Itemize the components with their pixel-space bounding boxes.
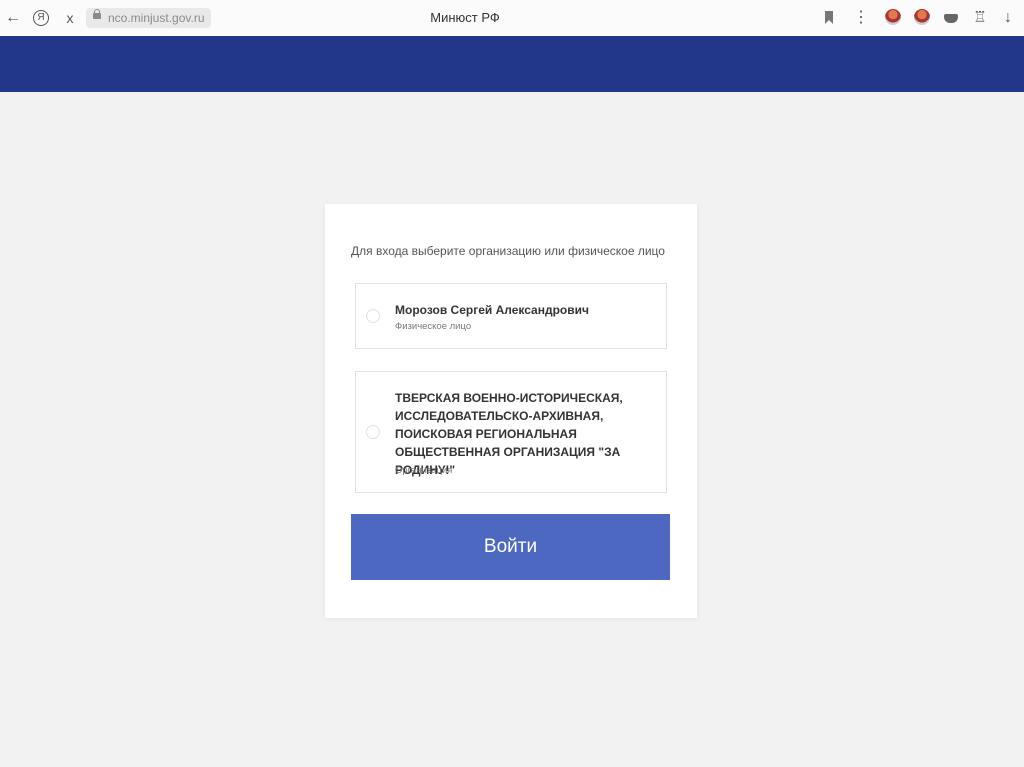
browser-toolbar: ← Я x nco.minjust.gov.ru Минюст РФ ⋮ ♖ ↓	[0, 0, 1024, 37]
login-button[interactable]: Войти	[351, 514, 670, 580]
extension-icon[interactable]: ♖	[972, 0, 988, 36]
browser-page-title: Минюст РФ	[430, 10, 500, 25]
bookmark-icon[interactable]	[825, 11, 833, 24]
radio-button[interactable]	[366, 425, 380, 439]
option-type: Организация	[395, 465, 453, 476]
extension-icon[interactable]	[944, 14, 958, 23]
login-instruction: Для входа выберите организацию или физич…	[351, 244, 665, 258]
url-text: nco.minjust.gov.ru	[108, 11, 205, 25]
login-option-person[interactable]: Морозов Сергей Александрович Физическое …	[355, 283, 667, 349]
site-header	[0, 36, 1024, 92]
option-name: Морозов Сергей Александрович	[395, 303, 589, 317]
extension-icon[interactable]	[885, 9, 901, 25]
address-bar[interactable]: nco.minjust.gov.ru	[86, 8, 211, 28]
yandex-icon[interactable]: Я	[32, 0, 50, 36]
lock-icon	[93, 9, 101, 19]
extension-icon[interactable]	[914, 9, 930, 25]
menu-dots-icon[interactable]: ⋮	[853, 0, 869, 36]
login-card: Для входа выберите организацию или физич…	[325, 204, 697, 618]
option-type: Физическое лицо	[395, 321, 472, 332]
login-option-organization[interactable]: ТВЕРСКАЯ ВОЕННО-ИСТОРИЧЕСКАЯ, ИССЛЕДОВАТ…	[355, 371, 667, 493]
close-icon[interactable]: x	[62, 0, 78, 36]
back-arrow-icon[interactable]: ←	[4, 0, 22, 36]
yandex-letter: Я	[33, 10, 49, 27]
radio-button[interactable]	[366, 309, 380, 323]
download-icon[interactable]: ↓	[1000, 0, 1016, 36]
